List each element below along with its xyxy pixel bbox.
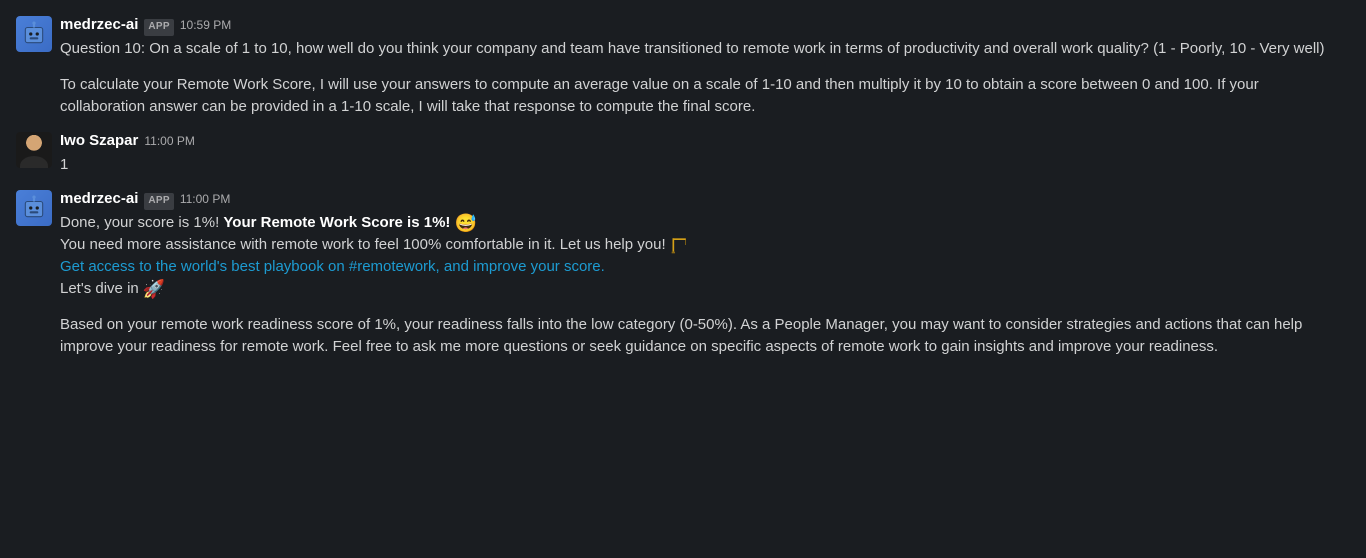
message: Iwo Szapar 11:00 PM 1 (16, 124, 1346, 182)
message-text: Done, your score is 1%! Your Remote Work… (60, 212, 1346, 300)
message-body: Question 10: On a scale of 1 to 10, how … (60, 38, 1346, 118)
message-text: Question 10: On a scale of 1 to 10, how … (60, 38, 1346, 60)
message-text: 1 (60, 154, 1346, 176)
assist-text: You need more assistance with remote wor… (60, 236, 670, 253)
robot-icon (21, 195, 47, 221)
app-badge: APP (144, 19, 173, 36)
robot-icon (21, 21, 47, 47)
timestamp[interactable]: 10:59 PM (180, 17, 231, 35)
timestamp[interactable]: 11:00 PM (180, 191, 230, 209)
message-content: Iwo Szapar 11:00 PM 1 (60, 130, 1346, 176)
score-bold: Your Remote Work Score is 1%! (223, 214, 450, 231)
message-text: Based on your remote work readiness scor… (60, 314, 1346, 358)
message: medrzec-ai APP 10:59 PM Question 10: On … (16, 8, 1346, 124)
avatar[interactable] (16, 132, 52, 168)
avatar[interactable] (16, 16, 52, 52)
message-header: medrzec-ai APP 11:00 PM (60, 188, 1346, 210)
message: medrzec-ai APP 11:00 PM Done, your score… (16, 182, 1346, 364)
sender-name[interactable]: medrzec-ai (60, 188, 138, 210)
timestamp[interactable]: 11:00 PM (144, 133, 194, 151)
crane-icon (670, 235, 690, 255)
playbook-link[interactable]: Get access to the world's best playbook … (60, 258, 605, 275)
score-text: Done, your score is 1%! (60, 214, 223, 231)
app-badge: APP (144, 193, 173, 210)
message-header: medrzec-ai APP 10:59 PM (60, 14, 1346, 36)
dive-text: Let's dive in (60, 280, 143, 297)
message-body: 1 (60, 154, 1346, 176)
sender-name[interactable]: Iwo Szapar (60, 130, 138, 152)
avatar[interactable] (16, 190, 52, 226)
grinning-sweat-emoji: 😅 (455, 214, 477, 232)
sender-name[interactable]: medrzec-ai (60, 14, 138, 36)
message-content: medrzec-ai APP 10:59 PM Question 10: On … (60, 14, 1346, 118)
message-body: Done, your score is 1%! Your Remote Work… (60, 212, 1346, 358)
message-text: To calculate your Remote Work Score, I w… (60, 74, 1346, 118)
rocket-emoji: 🚀 (143, 280, 165, 298)
message-header: Iwo Szapar 11:00 PM (60, 130, 1346, 152)
message-content: medrzec-ai APP 11:00 PM Done, your score… (60, 188, 1346, 358)
